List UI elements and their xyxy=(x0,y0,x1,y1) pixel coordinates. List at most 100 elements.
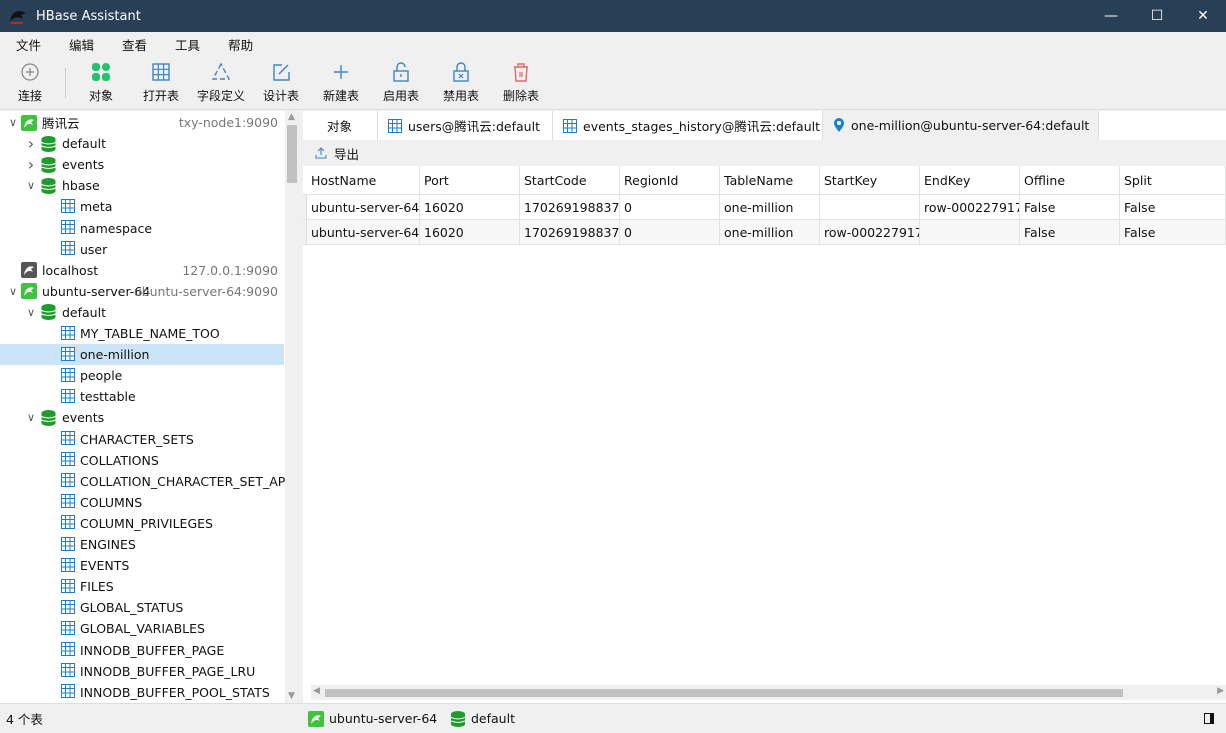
table-cell[interactable]: 16020 xyxy=(420,195,520,220)
table-icon xyxy=(61,494,77,510)
tree-item-table[interactable]: COLLATIONS xyxy=(0,450,284,471)
database-icon xyxy=(451,710,465,727)
tree-item-table[interactable]: one-million xyxy=(0,344,284,366)
tab-one-million[interactable]: one-million@ubuntu-server-64:default xyxy=(823,111,1099,140)
tree-item-server[interactable]: ∨ 腾讯云 txy-node1:9090 xyxy=(0,112,284,133)
table-cell[interactable]: 0 xyxy=(620,195,720,220)
new-table-button[interactable]: 新建表 xyxy=(311,56,371,109)
tree-item-table[interactable]: COLLATION_CHARACTER_SET_APPLICABILITY xyxy=(0,471,300,492)
column-header[interactable]: Offline xyxy=(1020,166,1120,195)
tree-item-server[interactable]: localhost 127.0.0.1:9090 xyxy=(0,260,284,281)
export-button[interactable]: 导出 xyxy=(303,140,1226,166)
tree-item-db[interactable]: ∨ hbase xyxy=(0,175,284,196)
chevron-down-icon[interactable]: ∨ xyxy=(8,285,18,298)
column-header[interactable]: Port xyxy=(420,166,520,195)
tree-item-table[interactable]: COLUMN_PRIVILEGES xyxy=(0,513,284,534)
menu-edit[interactable]: 编辑 xyxy=(57,35,106,54)
tree-item-table[interactable]: INNODB_BUFFER_POOL_STATS xyxy=(0,682,284,703)
table-cell[interactable]: 16020 xyxy=(420,220,520,245)
table-icon xyxy=(61,220,77,236)
chevron-down-icon[interactable]: ∨ xyxy=(26,306,36,319)
objects-button[interactable]: 对象 xyxy=(71,56,131,109)
delete-table-button[interactable]: 删除表 xyxy=(491,56,551,109)
table-row[interactable]: ubuntu-server-64 16020 1702691988376 0 one-m… xyxy=(303,195,1226,220)
chevron-right-icon[interactable]: › xyxy=(26,134,36,153)
table-cell[interactable]: 1702691988376 xyxy=(520,195,620,220)
menu-tools[interactable]: 工具 xyxy=(163,35,212,54)
table-cell[interactable]: row-000227917 xyxy=(920,195,1020,220)
tree-item-table[interactable]: GLOBAL_VARIABLES xyxy=(0,618,284,639)
tree-item-table[interactable]: meta xyxy=(0,196,284,217)
table-cell[interactable]: False xyxy=(1120,220,1226,245)
tree-item-table[interactable]: INNODB_BUFFER_PAGE_LRU xyxy=(0,661,284,682)
table-row[interactable]: ubuntu-server-64 16020 1702691988376 0 one-m… xyxy=(303,220,1226,245)
table-cell[interactable]: False xyxy=(1020,220,1120,245)
tree-item-table[interactable]: INNODB_BUFFER_PAGE xyxy=(0,640,284,661)
tree-vertical-scrollbar[interactable]: ▲ ▼ xyxy=(285,111,300,703)
column-header[interactable]: HostName xyxy=(303,166,420,195)
table-cell[interactable]: one-million xyxy=(720,220,820,245)
server-icon xyxy=(21,262,37,279)
table-cell[interactable]: False xyxy=(1020,195,1120,220)
tree-item-table[interactable]: GLOBAL_STATUS xyxy=(0,597,284,618)
tree-item-table[interactable]: ENGINES xyxy=(0,534,284,555)
tree-item-table[interactable]: testtable xyxy=(0,386,284,407)
tree-item-label: events xyxy=(62,410,105,426)
disable-table-button[interactable]: 禁用表 xyxy=(431,56,491,109)
table-cell[interactable]: 1702691988376 xyxy=(520,220,620,245)
tree-item-table[interactable]: COLUMNS xyxy=(0,492,284,513)
tree-item-db[interactable]: › events xyxy=(0,154,284,175)
tab-users[interactable]: users@腾讯云:default xyxy=(378,111,553,140)
design-table-button[interactable]: 设计表 xyxy=(251,56,311,109)
tree-item-table[interactable]: people xyxy=(0,365,284,386)
tree-item-db[interactable]: ∨ default xyxy=(0,302,284,323)
menu-view[interactable]: 查看 xyxy=(110,35,159,54)
chevron-down-icon[interactable]: ∨ xyxy=(26,411,36,424)
connect-button[interactable]: 连接 xyxy=(0,56,60,109)
tree-item-table[interactable]: EVENTS xyxy=(0,555,284,576)
menu-help[interactable]: 帮助 xyxy=(216,35,265,54)
chevron-down-icon[interactable]: ∨ xyxy=(26,179,36,192)
field-definition-button[interactable]: 字段定义 xyxy=(191,56,251,109)
menu-file[interactable]: 文件 xyxy=(4,35,53,54)
column-header[interactable]: RegionId xyxy=(620,166,720,195)
table-horizontal-scrollbar[interactable]: ◀ ▶ xyxy=(311,685,1226,700)
app-logo-icon xyxy=(10,11,26,24)
maximize-button[interactable]: ☐ xyxy=(1134,0,1180,32)
column-header[interactable]: TableName xyxy=(720,166,820,195)
chevron-down-icon[interactable]: ∨ xyxy=(8,116,18,129)
table-cell[interactable]: 0 xyxy=(620,220,720,245)
table-cell[interactable] xyxy=(920,220,1020,245)
tree-item-label: INNODB_BUFFER_PAGE_LRU xyxy=(80,663,256,679)
tree-item-table[interactable]: FILES xyxy=(0,576,284,597)
tree-item-db[interactable]: ∨ events xyxy=(0,407,284,428)
tree-item-table[interactable]: MY_TABLE_NAME_TOO xyxy=(0,323,284,344)
tab-objects[interactable]: 对象 xyxy=(303,111,378,140)
tree-item-label: MY_TABLE_NAME_TOO xyxy=(80,326,220,341)
table-cell[interactable]: ubuntu-server-64 xyxy=(307,195,420,220)
tree-item-db[interactable]: › default xyxy=(0,133,284,154)
tree-item-table[interactable]: CHARACTER_SETS xyxy=(0,429,284,450)
minimize-button[interactable]: — xyxy=(1088,0,1134,32)
table-cell[interactable] xyxy=(820,195,920,220)
tab-events-stages-history[interactable]: events_stages_history@腾讯云:default xyxy=(553,111,823,140)
chevron-right-icon[interactable]: › xyxy=(26,155,36,174)
tree-item-label: people xyxy=(80,368,123,384)
tree-item-server[interactable]: ∨ ubuntu-server-64 ubuntu-server-64:9090 xyxy=(0,281,284,302)
table-cell[interactable]: row-000227917 xyxy=(820,220,920,245)
open-table-button[interactable]: 打开表 xyxy=(131,56,191,109)
table-cell[interactable]: False xyxy=(1120,195,1226,220)
tree-item-table[interactable]: user xyxy=(0,239,284,260)
enable-table-button[interactable]: 启用表 xyxy=(371,56,431,109)
tree-item-label: hbase xyxy=(62,178,100,194)
panel-toggle-button[interactable] xyxy=(1204,713,1214,724)
column-header[interactable]: Split xyxy=(1120,166,1226,195)
table-icon xyxy=(61,473,77,489)
tree-item-table[interactable]: namespace xyxy=(0,218,284,239)
table-cell[interactable]: one-million xyxy=(720,195,820,220)
column-header[interactable]: StartKey xyxy=(820,166,920,195)
column-header[interactable]: EndKey xyxy=(920,166,1020,195)
column-header[interactable]: StartCode xyxy=(520,166,620,195)
close-button[interactable]: ✕ xyxy=(1180,0,1226,32)
table-cell[interactable]: ubuntu-server-64 xyxy=(307,220,420,245)
